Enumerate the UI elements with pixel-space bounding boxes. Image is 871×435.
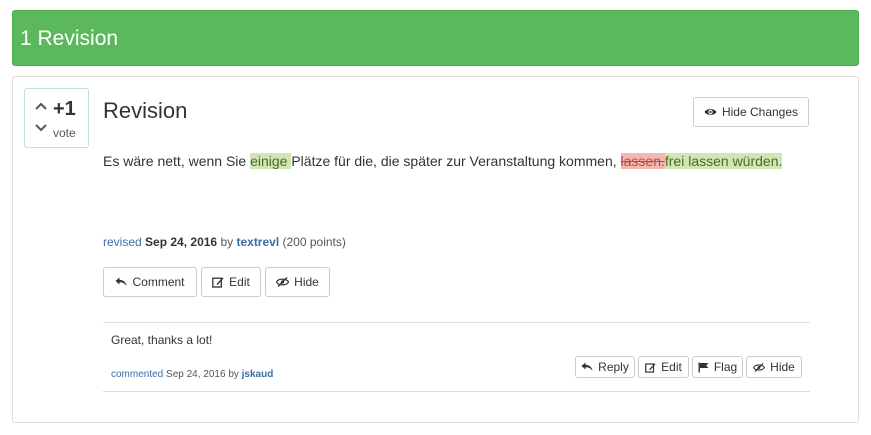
- revision-card: +1 vote Revision Hide Changes Es wäre ne…: [12, 76, 859, 423]
- revisions-count-title: 1 Revision: [20, 27, 119, 50]
- comment-meta: commented Sep 24, 2016 by jskaud: [111, 369, 273, 380]
- hide-button[interactable]: Hide: [265, 267, 330, 297]
- comment-button[interactable]: Comment: [103, 267, 197, 297]
- comment-text: Great, thanks a lot!: [111, 333, 213, 347]
- comment-edit-button[interactable]: Edit: [638, 356, 689, 378]
- diff-insert-1: einige: [250, 153, 292, 169]
- vote-count: +1: [53, 98, 76, 120]
- comment-divider-bottom: [103, 391, 810, 392]
- revision-date: Sep 24, 2016: [145, 235, 218, 249]
- comment-hide-button[interactable]: Hide: [746, 356, 802, 378]
- comment-user-link[interactable]: jskaud: [242, 369, 274, 380]
- revision-diff-text: Es wäre nett, wenn Sie einige Plätze für…: [103, 151, 783, 172]
- comment-by: by: [228, 369, 239, 380]
- flag-button[interactable]: Flag: [692, 356, 743, 378]
- eye-slash-icon: [276, 277, 290, 287]
- comment-button-label: Comment: [132, 275, 185, 289]
- revisions-header: 1 Revision: [12, 10, 859, 66]
- hide-changes-button[interactable]: Hide Changes: [693, 97, 809, 127]
- comment-date: Sep 24, 2016: [166, 369, 226, 380]
- revision-by: by: [220, 235, 234, 249]
- diff-delete-1: lassen.: [620, 153, 665, 169]
- revision-user-points: (200 points): [282, 235, 346, 249]
- comment-divider-top: [103, 322, 810, 323]
- reply-button-label: Reply: [598, 360, 629, 374]
- chevron-up-icon[interactable]: [34, 100, 48, 112]
- eye-icon: [704, 109, 717, 115]
- edit-icon: [212, 277, 224, 288]
- reply-icon: [115, 277, 127, 286]
- comment-hide-label: Hide: [770, 360, 795, 374]
- chevron-down-icon[interactable]: [34, 122, 48, 134]
- diff-text-1: Es wäre nett, wenn Sie: [103, 153, 251, 169]
- vote-box: +1 vote: [24, 88, 89, 148]
- vote-label: vote: [53, 126, 76, 140]
- hide-button-label: Hide: [294, 275, 319, 289]
- revised-link[interactable]: revised: [103, 235, 142, 249]
- comment-edit-label: Edit: [661, 360, 682, 374]
- commented-link[interactable]: commented: [111, 369, 163, 380]
- revision-user-link[interactable]: textrevl: [236, 235, 279, 249]
- edit-button-label: Edit: [229, 275, 250, 289]
- flag-button-label: Flag: [713, 360, 738, 374]
- eye-slash-icon: [753, 362, 766, 372]
- edit-button[interactable]: Edit: [201, 267, 261, 297]
- reply-button[interactable]: Reply: [575, 356, 635, 378]
- revision-meta: revised Sep 24, 2016 by textrevl (200 po…: [103, 235, 346, 249]
- reply-icon: [581, 362, 593, 371]
- hide-changes-label: Hide Changes: [721, 105, 799, 119]
- revision-title: Revision: [103, 98, 188, 123]
- diff-text-2: Plätze für die, die später zur Veranstal…: [291, 153, 621, 169]
- diff-insert-2: frei lassen würden.: [664, 153, 783, 169]
- flag-icon: [698, 362, 709, 372]
- edit-icon: [645, 362, 656, 373]
